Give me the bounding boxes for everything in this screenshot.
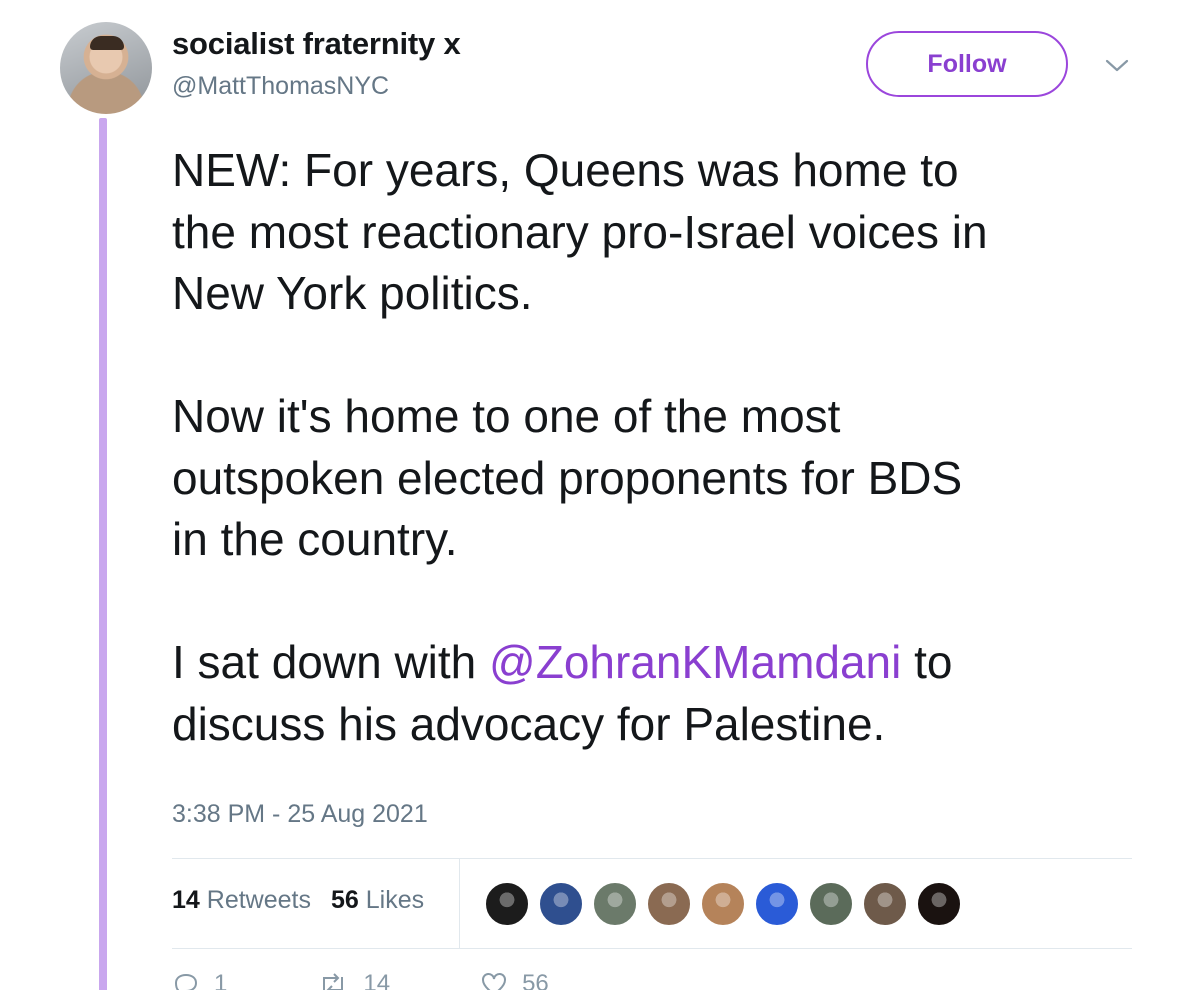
reply-icon <box>174 973 198 990</box>
reply-button[interactable]: 1 <box>172 970 227 990</box>
retweet-button[interactable]: 14 <box>317 970 390 990</box>
liker-avatars <box>484 881 962 927</box>
likes-label: Likes <box>365 886 425 914</box>
like-button[interactable]: 56 <box>480 970 549 990</box>
retweets-count: 14 <box>172 886 200 914</box>
tweet-line: Now it's home to one of the most <box>172 390 841 442</box>
author-handle[interactable]: @MattThomasNYC <box>172 72 389 101</box>
retweets-stat[interactable]: 14 Retweets <box>172 886 311 915</box>
retweets-label: Retweets <box>206 886 311 914</box>
liker-avatar-2[interactable] <box>538 881 584 927</box>
tweet-text-fragment: I sat down with <box>172 636 490 688</box>
tweet-actions: 1 14 56 <box>172 970 549 990</box>
tweet-line: I sat down with @ZohranKMamdani to <box>172 632 1162 694</box>
liker-avatar-9[interactable] <box>916 881 962 927</box>
divider <box>172 948 1132 949</box>
like-count: 56 <box>522 970 549 990</box>
tweet-stats: 14 Retweets 56 Likes <box>172 886 424 915</box>
likes-count: 56 <box>330 886 359 914</box>
likes-stat[interactable]: 56 Likes <box>331 886 424 915</box>
heart-icon <box>482 973 507 990</box>
tweet-timestamp[interactable]: 3:38 PM - 25 Aug 2021 <box>172 800 428 829</box>
tweet-text: NEW: For years, Queens was home to the m… <box>172 140 1162 755</box>
follow-button[interactable]: Follow <box>866 31 1068 97</box>
liker-avatar-4[interactable] <box>646 881 692 927</box>
retweet-count: 14 <box>363 970 391 990</box>
liker-avatar-3[interactable] <box>592 881 638 927</box>
author-avatar[interactable] <box>60 22 152 114</box>
thread-line <box>99 118 107 990</box>
chevron-down-icon[interactable] <box>1104 54 1130 76</box>
divider <box>459 859 460 949</box>
author-display-name[interactable]: socialist fraternity x <box>172 26 461 62</box>
liker-avatar-7[interactable] <box>808 881 854 927</box>
tweet-text-fragment: to <box>901 636 953 688</box>
tweet-line: in the country. <box>172 513 458 565</box>
liker-avatar-5[interactable] <box>700 881 746 927</box>
tweet-line: the most reactionary pro-Israel voices i… <box>172 205 988 258</box>
tweet-line: outspoken elected proponents for BDS <box>172 451 963 504</box>
tweet-line: NEW: For years, Queens was home to <box>172 144 959 196</box>
divider <box>172 858 1132 859</box>
mention-link[interactable]: @ZohranKMamdani <box>489 636 901 688</box>
tweet-line: discuss his advocacy for Palestine. <box>172 697 886 750</box>
liker-avatar-8[interactable] <box>862 881 908 927</box>
tweet-line: New York politics. <box>172 267 533 319</box>
liker-avatar-6[interactable] <box>754 881 800 927</box>
retweet-icon <box>323 973 344 990</box>
liker-avatar-1[interactable] <box>484 881 530 927</box>
reply-count: 1 <box>214 970 228 990</box>
